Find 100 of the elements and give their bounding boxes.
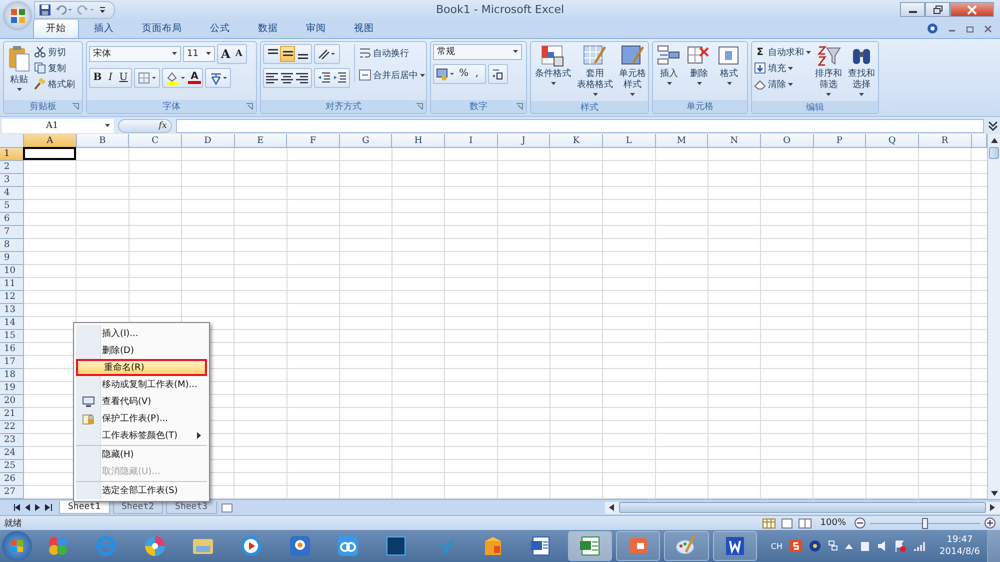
column-header[interactable]: A: [24, 134, 77, 148]
row-header[interactable]: 23: [0, 434, 24, 448]
close-button[interactable]: [950, 2, 994, 18]
grow-font-button[interactable]: A: [219, 46, 232, 62]
office-button[interactable]: [4, 2, 31, 29]
page-layout-icon[interactable]: [780, 518, 794, 529]
row-header[interactable]: 18: [0, 369, 24, 382]
speaker-icon[interactable]: [876, 540, 887, 552]
merge-center-button[interactable]: 合并后居中: [359, 68, 425, 82]
scroll-right-icon[interactable]: [990, 504, 996, 512]
column-header[interactable]: O: [760, 134, 814, 148]
column-header[interactable]: L: [603, 134, 656, 148]
decimal-icon[interactable]: [490, 66, 505, 81]
comma-button[interactable]: ,: [470, 66, 484, 82]
new-sheet-icon[interactable]: [220, 502, 234, 513]
sheet-tab[interactable]: Sheet3: [166, 501, 217, 514]
percent-button[interactable]: %: [457, 66, 471, 82]
row-header[interactable]: 13: [0, 304, 24, 318]
column-header[interactable]: C: [129, 134, 182, 148]
row-header[interactable]: 8: [0, 239, 24, 252]
menu-item[interactable]: 选定全部工作表(S): [76, 481, 207, 499]
editing-large-button[interactable]: 排序和 筛选: [813, 44, 844, 99]
align-left-icon[interactable]: [266, 70, 279, 85]
row-header[interactable]: 16: [0, 343, 24, 356]
column-header[interactable]: I: [445, 134, 498, 148]
active-cell[interactable]: [23, 147, 76, 160]
help-icon[interactable]: [927, 23, 938, 34]
wrap-text-button[interactable]: 自动换行: [359, 46, 425, 60]
menu-item[interactable]: 查看代码(V): [76, 393, 207, 410]
menu-item[interactable]: 移动或复制工作表(M)...: [76, 376, 207, 393]
taskbar-app-button[interactable]: [616, 531, 660, 562]
scroll-thumb[interactable]: [989, 147, 999, 160]
formula-input[interactable]: [176, 118, 984, 133]
column-header[interactable]: P: [814, 134, 866, 148]
font-color-button[interactable]: A: [188, 72, 201, 84]
row-header[interactable]: 11: [0, 278, 24, 292]
clipboard-command[interactable]: 格式刷: [34, 78, 75, 91]
scroll-up-icon[interactable]: [990, 138, 998, 143]
editing-command[interactable]: Σ 自动求和: [754, 46, 811, 59]
currency-icon[interactable]: [436, 66, 456, 81]
restore-icon[interactable]: [966, 24, 974, 33]
row-header[interactable]: 6: [0, 213, 24, 226]
previous-sheet-icon[interactable]: [25, 504, 31, 512]
row-header[interactable]: 27: [0, 486, 24, 500]
style-gallery-button[interactable]: 条件格式: [533, 44, 573, 88]
flag-icon[interactable]: [894, 540, 906, 552]
first-sheet-icon[interactable]: [14, 504, 21, 512]
signal-icon[interactable]: [912, 541, 925, 552]
row-header[interactable]: 2: [0, 161, 24, 174]
start-button[interactable]: [2, 531, 32, 562]
column-header[interactable]: H: [392, 134, 446, 148]
normal-view-icon[interactable]: [762, 518, 776, 529]
menu-item[interactable]: 保护工作表(P)...: [76, 410, 207, 427]
zoom-slider[interactable]: [870, 518, 980, 529]
menu-item[interactable]: 重命名(R): [76, 359, 207, 376]
cell-grid[interactable]: [24, 148, 987, 500]
menu-item[interactable]: 隐藏(H): [76, 445, 207, 463]
column-header[interactable]: J: [498, 134, 550, 148]
orientation-icon[interactable]: [317, 46, 337, 61]
ribbon-tab[interactable]: 公式: [197, 18, 243, 38]
taskbar-app-button[interactable]: [568, 531, 612, 562]
next-sheet-icon[interactable]: [35, 504, 41, 512]
column-header[interactable]: G: [340, 134, 392, 148]
font-size-field[interactable]: 11: [183, 46, 215, 62]
row-header[interactable]: 20: [0, 395, 24, 408]
increase-indent-icon[interactable]: [333, 70, 347, 85]
save-icon[interactable]: [39, 4, 51, 16]
page-break-icon[interactable]: [798, 518, 812, 529]
row-header[interactable]: 9: [0, 252, 24, 266]
input-method-indicator[interactable]: CH: [770, 542, 783, 551]
row-header[interactable]: 3: [0, 174, 24, 188]
row-header[interactable]: 15: [0, 330, 24, 344]
ribbon-tab[interactable]: 视图: [341, 18, 387, 38]
row-header[interactable]: 19: [0, 382, 24, 396]
windows-icon[interactable]: [828, 540, 838, 552]
cells-command-button[interactable]: 格式: [715, 44, 743, 88]
column-header[interactable]: R: [918, 134, 972, 148]
row-header[interactable]: 17: [0, 356, 24, 370]
column-header[interactable]: D: [182, 134, 235, 148]
column-header[interactable]: E: [234, 134, 288, 148]
menu-item[interactable]: 插入(I)...: [76, 325, 207, 342]
zoom-level[interactable]: 100%: [820, 518, 846, 528]
vertical-scrollbar[interactable]: [987, 134, 1000, 500]
sheet-tab[interactable]: Sheet2: [112, 501, 164, 514]
font-style-button[interactable]: U: [117, 70, 130, 86]
number-format-field[interactable]: 常规: [433, 44, 522, 60]
customize-caret-icon[interactable]: [99, 6, 106, 14]
row-header[interactable]: 14: [0, 317, 24, 330]
clock[interactable]: 19:47 2014/8/6: [940, 534, 980, 558]
taskbar-app-button[interactable]: [664, 531, 709, 562]
row-header[interactable]: 5: [0, 200, 24, 214]
name-box[interactable]: A1: [2, 118, 114, 133]
last-sheet-icon[interactable]: [45, 504, 52, 512]
row-header[interactable]: 12: [0, 291, 24, 304]
style-gallery-button[interactable]: 套用 表格格式: [575, 44, 615, 99]
column-header[interactable]: M: [656, 134, 708, 148]
ribbon-tab[interactable]: 插入: [81, 18, 127, 38]
column-header[interactable]: F: [287, 134, 340, 148]
taskbar-app-button[interactable]: [712, 531, 757, 562]
align-right-icon[interactable]: [296, 70, 309, 85]
